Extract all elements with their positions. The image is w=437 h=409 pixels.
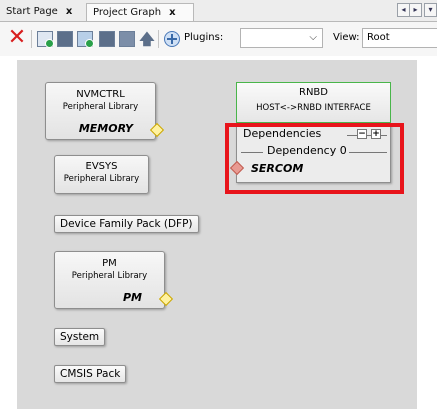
view-dropdown[interactable]: Root xyxy=(362,28,437,48)
toolbar-separator xyxy=(31,30,32,48)
plugins-dropdown[interactable]: ⌵ xyxy=(240,28,323,48)
node-evsys[interactable]: EVSYS Peripheral Library xyxy=(54,155,149,194)
close-icon[interactable]: x xyxy=(169,7,175,18)
highlight-box xyxy=(225,123,404,194)
node-subtitle: Peripheral Library xyxy=(63,174,140,184)
node-pm[interactable]: PM Peripheral Library PM xyxy=(54,251,174,309)
tab-project-graph[interactable]: Project Graph x xyxy=(86,3,194,21)
view-value: Root xyxy=(367,32,390,43)
fit-icon[interactable] xyxy=(164,31,180,47)
up-arrow-icon[interactable]: 🡅 xyxy=(139,31,155,47)
plugins-label: Plugins: xyxy=(184,32,224,43)
delete-icon[interactable]: ✕ xyxy=(7,27,27,49)
node-subtitle: Peripheral Library xyxy=(71,271,148,281)
node-system[interactable]: System xyxy=(54,328,106,346)
graph-toolbar: ✕ 🡅 Plugins: ⌵ View: Root xyxy=(0,22,437,57)
close-icon[interactable]: x xyxy=(66,6,72,17)
toolbar-separator xyxy=(158,30,159,48)
node-device-family-pack[interactable]: Device Family Pack (DFP) xyxy=(54,215,199,233)
view-label: View: xyxy=(333,32,360,43)
add-icon[interactable] xyxy=(77,31,94,48)
node-title: EVSYS xyxy=(85,161,118,172)
node-title: NVMCTRL xyxy=(76,89,125,100)
node-subtitle: HOST<->RNBD INTERFACE xyxy=(256,103,371,113)
component-icon[interactable] xyxy=(57,31,73,47)
tab-strip: Start Page x Project Graph x ◂ ▸ ▾ xyxy=(0,0,437,22)
tab-menu-icon[interactable]: ▾ xyxy=(424,3,437,17)
node-rnbd[interactable]: RNBD HOST<->RNBD INTERFACE xyxy=(236,82,391,123)
tab-next-icon[interactable]: ▸ xyxy=(409,3,422,17)
tab-label: Project Graph xyxy=(93,7,162,18)
component-dark-icon[interactable] xyxy=(99,31,115,47)
node-nvmctrl[interactable]: NVMCTRL Peripheral Library MEMORY xyxy=(45,82,165,140)
component-blue-icon[interactable] xyxy=(119,31,135,47)
tab-start-page[interactable]: Start Page x xyxy=(0,3,84,21)
node-tag: PM xyxy=(122,291,142,304)
add-component-icon[interactable] xyxy=(37,31,54,48)
chevron-down-icon: ⌵ xyxy=(309,32,317,43)
node-subtitle: Peripheral Library xyxy=(62,102,139,112)
node-title: RNBD xyxy=(299,87,328,98)
tab-label: Start Page xyxy=(6,6,58,17)
node-tag: MEMORY xyxy=(78,122,133,135)
node-title: PM xyxy=(102,258,117,269)
node-cmsis-pack[interactable]: CMSIS Pack xyxy=(54,365,127,383)
